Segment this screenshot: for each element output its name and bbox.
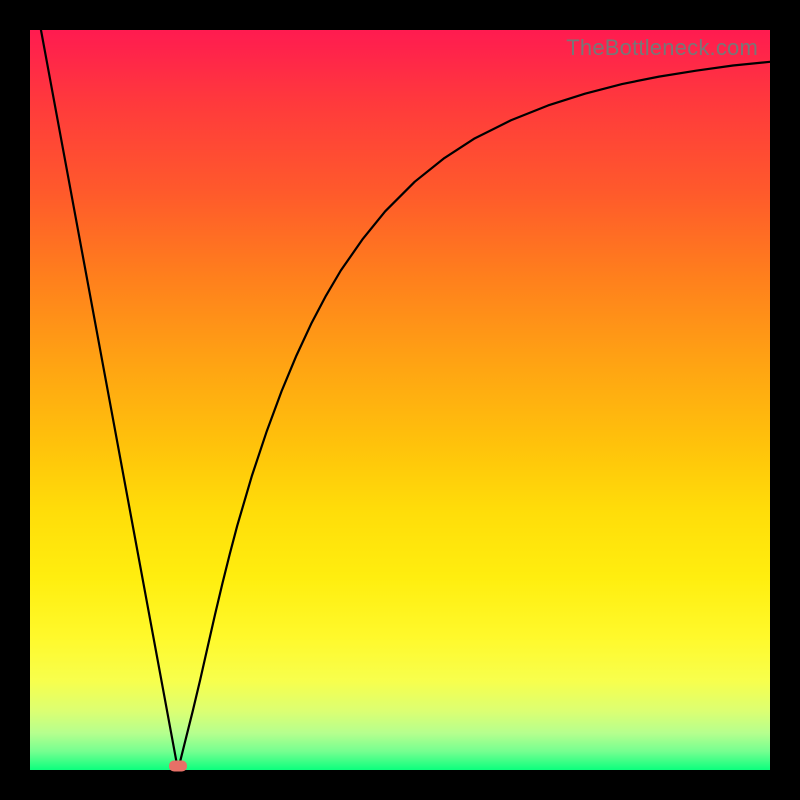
bottleneck-curve: [30, 30, 770, 770]
plot-area: TheBottleneck.com: [30, 30, 770, 770]
minimum-marker: [169, 761, 187, 772]
chart-container: TheBottleneck.com: [0, 0, 800, 800]
